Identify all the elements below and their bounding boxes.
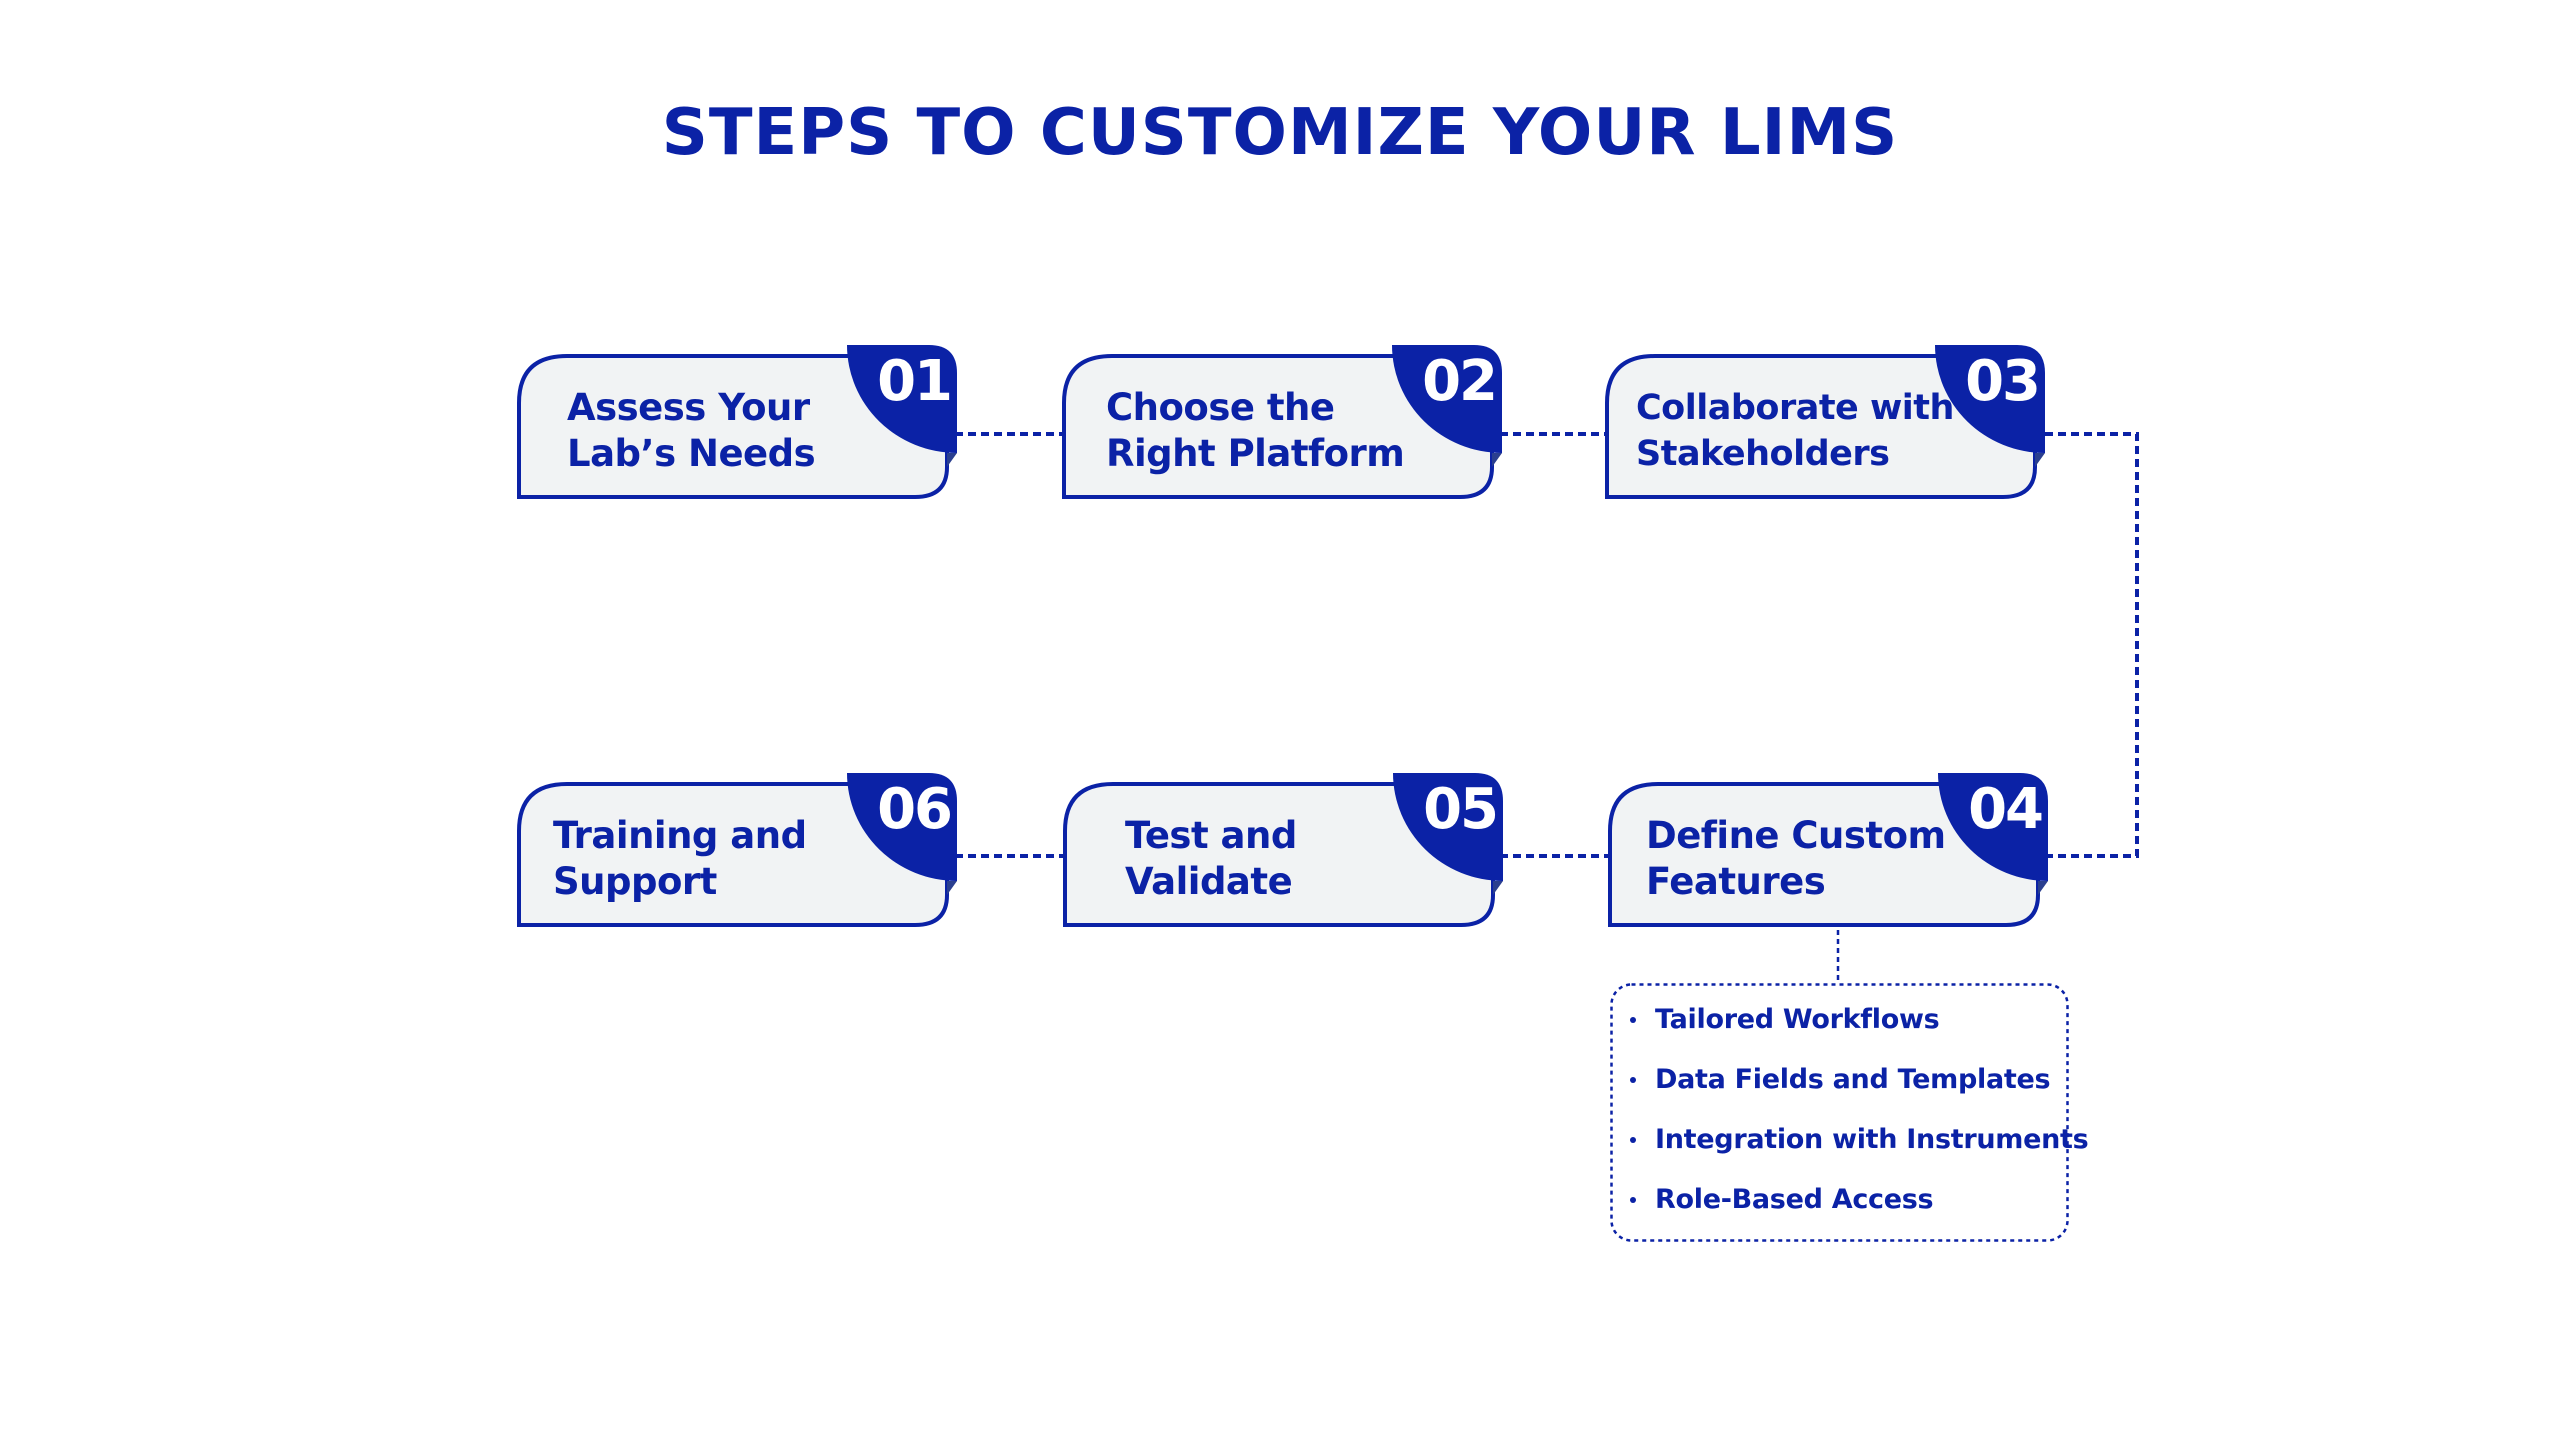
- step-label-line2: Stakeholders: [1636, 433, 1890, 474]
- badge-fold: [947, 453, 957, 467]
- step-label-line1: Collaborate with: [1636, 387, 1954, 428]
- details-item: Data Fields and Templates: [1610, 1055, 2088, 1115]
- step-number-badge: 05: [1423, 777, 1499, 842]
- details-list: Tailored Workflows Data Fields and Templ…: [1610, 983, 2089, 1235]
- step-label-line2: Validate: [1125, 859, 1293, 903]
- step-label-line2: Right Platform: [1106, 431, 1405, 475]
- step-label-line1: Define Custom: [1646, 813, 1946, 857]
- step-number-badge: 03: [1965, 349, 2041, 414]
- step-label: Training and Support: [553, 791, 807, 926]
- details-item: Tailored Workflows: [1610, 995, 2088, 1055]
- step-05: Test and Validate 05: [1063, 773, 1503, 928]
- step-number-badge: 02: [1422, 349, 1498, 414]
- step-label: Collaborate with Stakeholders: [1636, 363, 1954, 498]
- bullet-icon: [1630, 1197, 1636, 1203]
- badge-fold: [1492, 453, 1502, 467]
- bullet-icon: [1630, 1077, 1636, 1083]
- step-label: Define Custom Features: [1646, 791, 1946, 926]
- connector-03-04: [2045, 432, 2139, 858]
- step-label: Test and Validate: [1125, 791, 1297, 926]
- bullet-icon: [1630, 1017, 1636, 1023]
- details-item: Role-Based Access: [1610, 1175, 2088, 1235]
- step-number-badge: 04: [1968, 777, 2044, 842]
- step-label-line2: Support: [553, 859, 717, 903]
- step-label-line1: Training and: [553, 813, 807, 857]
- step-label-line2: Lab’s Needs: [567, 431, 816, 475]
- bullet-icon: [1630, 1137, 1636, 1143]
- connector-lines: [955, 432, 2139, 983]
- details-item-text: Tailored Workflows: [1655, 1004, 1940, 1035]
- details-item-text: Role-Based Access: [1655, 1184, 1934, 1215]
- step-label: Choose the Right Platform: [1106, 363, 1405, 498]
- step-01: Assess Your Lab’s Needs 01: [517, 345, 957, 500]
- step-number-badge: 01: [877, 349, 953, 414]
- step-label-line1: Choose the: [1106, 385, 1335, 429]
- step-06: Training and Support 06: [517, 773, 957, 928]
- badge-fold: [2035, 453, 2045, 467]
- details-item: Integration with Instruments: [1610, 1115, 2089, 1175]
- step-label: Assess Your Lab’s Needs: [567, 363, 816, 498]
- step-label-line2: Features: [1646, 859, 1826, 903]
- step-02: Choose the Right Platform 02: [1062, 345, 1502, 500]
- step-label-line1: Test and: [1125, 813, 1297, 857]
- step-03: Collaborate with Stakeholders 03: [1605, 345, 2045, 500]
- step-number-badge: 06: [877, 777, 953, 842]
- step-04-details-box: Tailored Workflows Data Fields and Templ…: [1610, 983, 2089, 1242]
- step-04: Define Custom Features 04: [1608, 773, 2048, 928]
- details-item-text: Integration with Instruments: [1655, 1124, 2089, 1155]
- details-item-text: Data Fields and Templates: [1655, 1064, 2051, 1095]
- step-label-line1: Assess Your: [567, 385, 810, 429]
